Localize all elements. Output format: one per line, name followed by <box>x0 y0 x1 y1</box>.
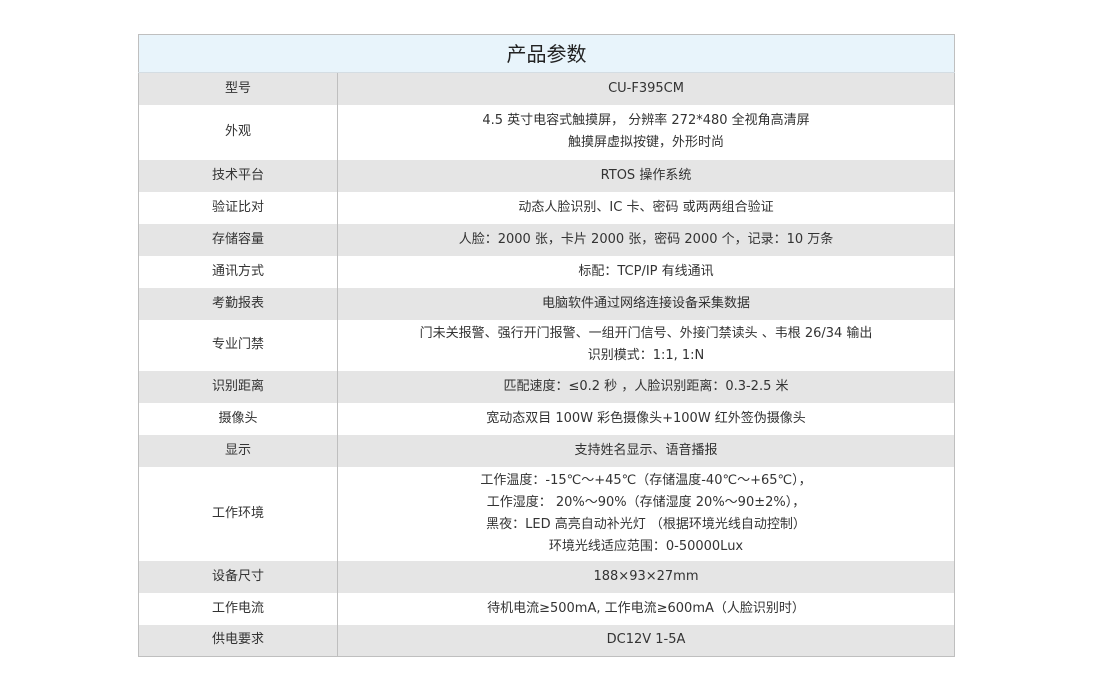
spec-value-line: 触摸屏虚拟按键，外形时尚 <box>567 135 724 150</box>
spec-value-line: DC12V 1-5A <box>606 632 686 648</box>
spec-value-line: 工作湿度： 20%～90%（存储湿度 20%～90±2%）， <box>486 494 806 510</box>
spec-value-line: 识别模式：1:1, 1:N <box>587 348 705 363</box>
spec-label: 专业门禁 <box>138 319 338 371</box>
spec-row: 通讯方式 标配：TCP/IP 有线通讯 <box>138 255 955 288</box>
spec-value-line: RTOS 操作系统 <box>600 167 692 183</box>
spec-row: 验证比对 动态人脸识别、IC 卡、密码 或两两组合验证 <box>138 191 955 224</box>
spec-value: DC12V 1-5A <box>337 624 955 657</box>
spec-value-line: 待机电流≥500mA, 工作电流≥600mA（人脸识别时） <box>487 600 805 616</box>
spec-label: 工作电流 <box>138 592 338 625</box>
spec-value-line: CU-F395CM <box>608 80 684 96</box>
spec-label: 显示 <box>138 434 338 467</box>
spec-label: 验证比对 <box>138 191 338 224</box>
spec-label: 摄像头 <box>138 402 338 435</box>
spec-value: 待机电流≥500mA, 工作电流≥600mA（人脸识别时） <box>337 592 955 625</box>
spec-value: 标配：TCP/IP 有线通讯 <box>337 255 955 288</box>
spec-label: 型号 <box>138 72 338 105</box>
spec-row: 外观 4.5 英寸电容式触摸屏， 分辨率 272*480 全视角高清屏 触摸屏虚拟按… <box>138 104 955 160</box>
spec-value: 电脑软件通过网络连接设备采集数据 <box>337 287 955 320</box>
spec-value: 188×93×27mm <box>337 560 955 593</box>
spec-label: 设备尺寸 <box>138 560 338 593</box>
spec-row: 专业门禁 门未关报警、强行开门报警、一组开门信号、外接门禁读头 、韦根 26/34… <box>138 319 955 371</box>
spec-label: 通讯方式 <box>138 255 338 288</box>
spec-value-line: 宽动态双目 100W 彩色摄像头+100W 红外签伪摄像头 <box>486 410 806 426</box>
spec-value-line: 门未关报警、强行开门报警、一组开门信号、外接门禁读头 、韦根 26/34 输出 <box>419 326 873 341</box>
spec-row: 识别距离 匹配速度：≤0.2 秒 ，人脸识别距离：0.3-2.5 米 <box>138 370 955 403</box>
spec-row: 工作环境 工作温度：-15℃～+45℃（存储温度-40℃～+65℃）， 工作湿度： … <box>138 466 955 561</box>
spec-value-line: 电脑软件通过网络连接设备采集数据 <box>541 295 750 311</box>
product-spec-table: 产品参数 型号 CU-F395CM 外观 4.5 英寸电容式触摸屏， 分辨率 272*… <box>138 34 955 657</box>
spec-value: 门未关报警、强行开门报警、一组开门信号、外接门禁读头 、韦根 26/34 输出识… <box>337 319 955 371</box>
spec-value: 宽动态双目 100W 彩色摄像头+100W 红外签伪摄像头 <box>337 402 955 435</box>
spec-label: 外观 <box>138 104 338 160</box>
spec-row: 考勤报表 电脑软件通过网络连接设备采集数据 <box>138 287 955 320</box>
spec-value: 动态人脸识别、IC 卡、密码 或两两组合验证 <box>337 191 955 224</box>
table-title: 产品参数 <box>138 34 955 73</box>
spec-value-line: 环境光线适应范围：0-50000Lux <box>548 538 744 554</box>
spec-value-line: 标配：TCP/IP 有线通讯 <box>578 263 714 279</box>
spec-value-line: 黑夜：LED 高亮自动补光灯 （根据环境光线自动控制） <box>486 516 806 532</box>
spec-label: 工作环境 <box>138 466 338 561</box>
spec-row: 供电要求 DC12V 1-5A <box>138 624 955 657</box>
table-title-row: 产品参数 <box>138 34 955 73</box>
spec-value-line: 匹配速度：≤0.2 秒 ，人脸识别距离：0.3-2.5 米 <box>503 378 789 394</box>
spec-row: 设备尺寸 188×93×27mm <box>138 560 955 593</box>
spec-value: 4.5 英寸电容式触摸屏， 分辨率 272*480 全视角高清屏 触摸屏虚拟按键，… <box>337 104 955 160</box>
spec-value-line: 动态人脸识别、IC 卡、密码 或两两组合验证 <box>518 199 774 215</box>
spec-value-line: 工作温度：-15℃～+45℃（存储温度-40℃～+65℃）， <box>480 472 812 488</box>
spec-value: 支持姓名显示、语音播报 <box>337 434 955 467</box>
spec-value: CU-F395CM <box>337 72 955 105</box>
spec-value: 人脸：2000 张，卡片 2000 张，密码 2000 个，记录：10 万条 <box>337 223 955 256</box>
spec-row: 技术平台 RTOS 操作系统 <box>138 159 955 192</box>
spec-label: 识别距离 <box>138 370 338 403</box>
spec-value-line: 支持姓名显示、语音播报 <box>574 442 718 458</box>
spec-row: 工作电流 待机电流≥500mA, 工作电流≥600mA（人脸识别时） <box>138 592 955 625</box>
spec-row: 存储容量 人脸：2000 张，卡片 2000 张，密码 2000 个，记录：10 … <box>138 223 955 256</box>
spec-value-line: 人脸：2000 张，卡片 2000 张，密码 2000 个，记录：10 万条 <box>458 231 834 247</box>
spec-label: 考勤报表 <box>138 287 338 320</box>
spec-value-line: 4.5 英寸电容式触摸屏， 分辨率 272*480 全视角高清屏 <box>482 113 810 128</box>
spec-row: 显示 支持姓名显示、语音播报 <box>138 434 955 467</box>
spec-value: RTOS 操作系统 <box>337 159 955 192</box>
spec-label: 存储容量 <box>138 223 338 256</box>
spec-value-line: 188×93×27mm <box>593 568 699 584</box>
spec-label: 技术平台 <box>138 159 338 192</box>
spec-value: 匹配速度：≤0.2 秒 ，人脸识别距离：0.3-2.5 米 <box>337 370 955 403</box>
spec-row: 摄像头 宽动态双目 100W 彩色摄像头+100W 红外签伪摄像头 <box>138 402 955 435</box>
spec-value: 工作温度：-15℃～+45℃（存储温度-40℃～+65℃）， 工作湿度： 20%～… <box>337 466 955 561</box>
spec-label: 供电要求 <box>138 624 338 657</box>
spec-row: 型号 CU-F395CM <box>138 72 955 105</box>
